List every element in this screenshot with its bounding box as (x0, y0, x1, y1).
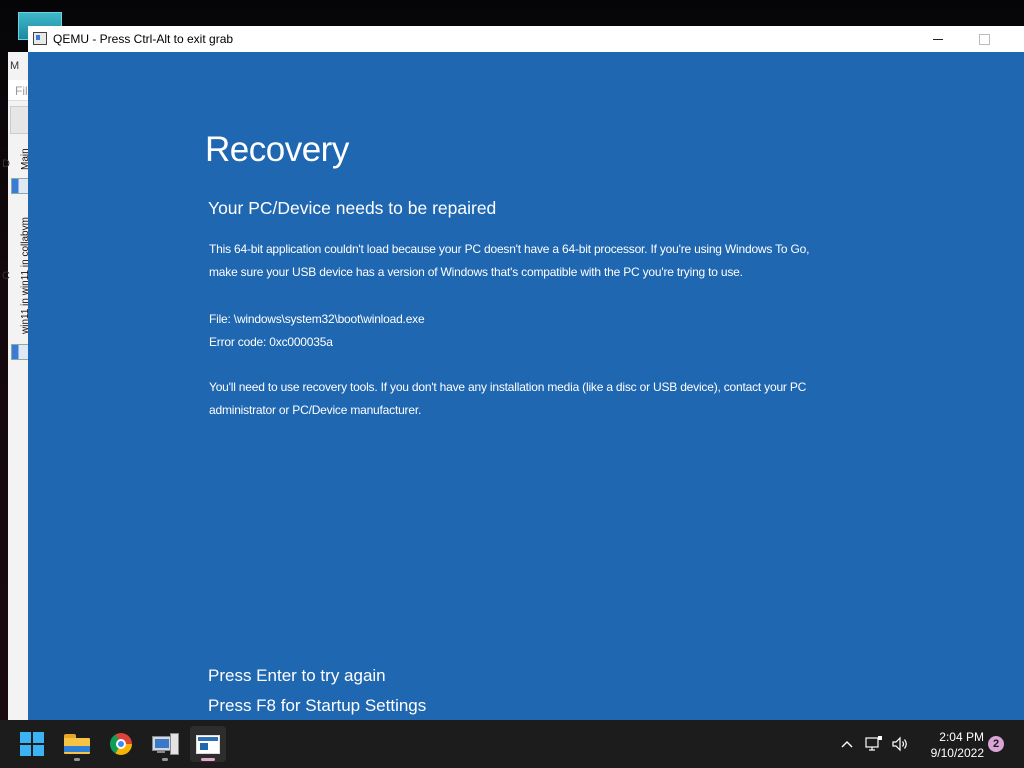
clock-button[interactable]: 2:04 PM 9/10/2022 (914, 729, 984, 761)
folder-icon (64, 734, 90, 754)
background-window-letter: D (2, 158, 10, 170)
recovery-screen[interactable]: Recovery Your PC/Device needs to be repa… (28, 52, 1024, 720)
maximize-icon (978, 33, 990, 45)
network-icon (865, 736, 882, 751)
chrome-icon (110, 733, 132, 755)
error-code: Error code: 0xc000035a (209, 335, 333, 349)
running-indicator (162, 758, 168, 761)
active-indicator (201, 758, 215, 761)
background-window-field[interactable]: Fil (8, 80, 30, 101)
retry-instruction: Press Enter to try again (208, 666, 386, 685)
background-window-letter: C (2, 270, 10, 282)
taskbar-file-explorer[interactable] (59, 726, 95, 762)
window-title: QEMU - Press Ctrl-Alt to exit grab (53, 32, 234, 46)
start-button[interactable] (14, 726, 50, 762)
recovery-heading: Recovery (205, 130, 349, 169)
notification-badge[interactable]: 2 (988, 736, 1004, 752)
vm-thumbnail-icon[interactable] (11, 178, 29, 194)
taskbar-vm-manager[interactable] (147, 726, 183, 762)
background-window-field-text: Fil (15, 84, 28, 98)
show-hidden-icons-button[interactable] (838, 734, 856, 754)
taskbar-qemu[interactable] (190, 726, 226, 762)
recovery-subheading: Your PC/Device needs to be repaired (208, 198, 497, 218)
network-button[interactable] (864, 734, 884, 754)
clock-time: 2:04 PM (939, 730, 984, 744)
minimize-icon (933, 38, 943, 40)
error-file-path: File: \windows\system32\boot\winload.exe (209, 312, 425, 326)
volume-button[interactable] (890, 734, 910, 754)
recovery-guidance: You'll need to use recovery tools. If yo… (209, 380, 807, 417)
taskbar-chrome[interactable] (103, 726, 139, 762)
chevron-up-icon (841, 741, 853, 748)
taskbar: 2:04 PM 9/10/2022 (0, 720, 1024, 768)
minimize-button[interactable] (916, 26, 960, 52)
computer-icon (152, 733, 179, 755)
background-window-letter: M (10, 60, 20, 72)
qemu-window-icon (196, 734, 220, 754)
speaker-icon (892, 736, 907, 752)
qemu-window: QEMU - Press Ctrl-Alt to exit grab Recov… (28, 26, 1024, 720)
recovery-message: This 64-bit application couldn't load be… (209, 242, 810, 279)
startup-settings-instruction: Press F8 for Startup Settings (208, 696, 427, 715)
windows-start-icon (20, 732, 44, 756)
qemu-window-icon (33, 32, 47, 45)
clock-date: 9/10/2022 (930, 746, 984, 760)
maximize-button[interactable] (962, 26, 1006, 52)
vm-thumbnail-icon[interactable] (11, 344, 29, 360)
running-indicator (74, 758, 80, 761)
window-titlebar[interactable]: QEMU - Press Ctrl-Alt to exit grab (28, 26, 1024, 53)
